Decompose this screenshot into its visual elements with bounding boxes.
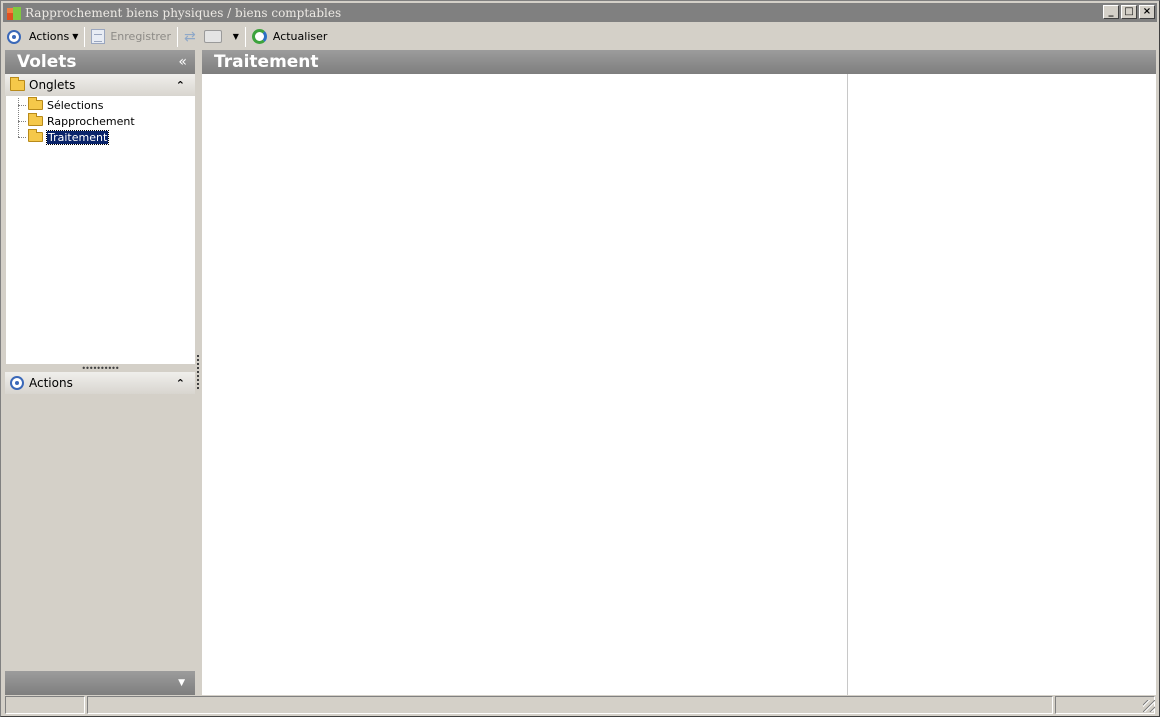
status-cell: [1055, 696, 1155, 714]
save-icon: [91, 29, 106, 44]
swap-button[interactable]: ⇄: [180, 26, 200, 48]
collapse-up-icon[interactable]: ⌃: [176, 377, 185, 390]
left-panel-footer[interactable]: ▼: [5, 671, 195, 695]
tree-connector: [18, 98, 19, 137]
tabs-group-label: Onglets: [29, 78, 76, 92]
printer-icon: [203, 30, 222, 43]
toolbar-separator: [176, 26, 178, 47]
minimize-button[interactable]: _: [1103, 5, 1119, 19]
refresh-label: Actualiser: [272, 30, 328, 43]
tree-connector: [18, 105, 26, 106]
open-folder-icon: [28, 129, 43, 142]
print-dropdown-button[interactable]: ▼: [226, 26, 243, 48]
dropdown-arrow-icon: ▼: [72, 32, 79, 41]
tree-item-label: Traitement: [45, 129, 110, 145]
collapse-panel-icon[interactable]: «: [178, 54, 187, 70]
toolbar-separator: [244, 26, 246, 47]
toolbar-separator: [84, 26, 86, 47]
collapse-up-icon[interactable]: ⌃: [176, 79, 185, 92]
refresh-icon: [251, 29, 267, 44]
tabs-group-header[interactable]: Onglets ⌃: [5, 74, 195, 96]
vertical-splitter[interactable]: [195, 50, 201, 695]
title-bar[interactable]: Rapprochement biens physiques / biens co…: [3, 3, 1157, 22]
resize-grip-icon[interactable]: [1143, 700, 1155, 712]
save-label: Enregistrer: [110, 30, 171, 43]
tree-connector: [18, 137, 26, 138]
actions-area: [5, 394, 195, 668]
tree-connector: [18, 121, 26, 122]
content-divider[interactable]: [847, 74, 848, 695]
target-icon: [10, 376, 24, 390]
actions-group-label: Actions: [29, 376, 73, 390]
left-panel: Volets « Onglets ⌃ Sélections Rapprochem…: [5, 50, 195, 695]
main-content-area: [202, 74, 1156, 695]
main-panel-title: Traitement: [214, 52, 319, 72]
window-title: Rapprochement biens physiques / biens co…: [25, 5, 342, 20]
tree-item-label: Rapprochement: [47, 114, 135, 128]
maximize-button[interactable]: □: [1121, 5, 1137, 19]
application-window: Rapprochement biens physiques / biens co…: [0, 0, 1160, 717]
tree-item-selections[interactable]: Sélections: [28, 97, 103, 113]
target-icon: [7, 29, 21, 44]
tree-item-traitement[interactable]: Traitement: [28, 129, 110, 145]
app-icon: [5, 5, 23, 21]
main-panel: Traitement: [202, 50, 1156, 695]
status-cell: [5, 696, 85, 714]
toolbar: Actions ▼ Enregistrer ⇄ ▼ Actualiser: [3, 24, 1157, 49]
actions-logo-button[interactable]: [3, 26, 25, 48]
folder-icon: [28, 113, 43, 126]
refresh-button[interactable]: Actualiser: [248, 26, 332, 48]
splitter-grip: [197, 355, 199, 389]
horizontal-splitter[interactable]: ••••••••••: [5, 364, 195, 373]
left-panel-header: Volets «: [5, 50, 195, 74]
tabs-tree: Sélections Rapprochement Traitement: [5, 96, 195, 364]
actions-group-header[interactable]: Actions ⌃: [5, 372, 195, 394]
actions-menu-label: Actions: [29, 30, 70, 43]
tree-item-rapprochement[interactable]: Rapprochement: [28, 113, 135, 129]
folder-icon: [10, 76, 25, 91]
print-button[interactable]: [200, 26, 226, 48]
save-button[interactable]: Enregistrer: [87, 26, 175, 48]
tree-item-label: Sélections: [47, 98, 104, 112]
status-bar: [5, 696, 1157, 714]
main-panel-header: Traitement: [202, 50, 1156, 74]
chevron-down-icon[interactable]: ▼: [178, 678, 185, 688]
folder-icon: [28, 97, 43, 110]
left-panel-title: Volets: [17, 52, 77, 72]
actions-menu-button[interactable]: Actions ▼: [25, 26, 82, 48]
swap-icon: ⇄: [183, 28, 196, 45]
close-button[interactable]: ×: [1139, 5, 1155, 19]
dropdown-arrow-icon: ▼: [232, 32, 239, 41]
status-cell: [87, 696, 1053, 714]
